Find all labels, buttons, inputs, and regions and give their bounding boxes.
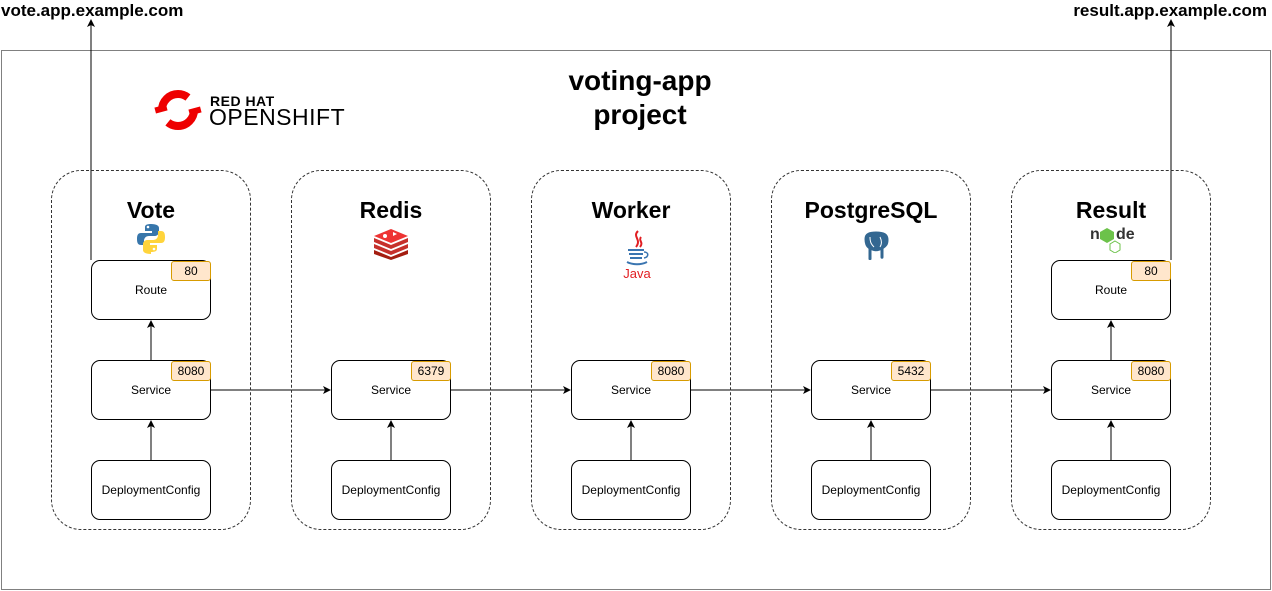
java-icon: Java bbox=[623, 230, 651, 281]
postgresql-icon bbox=[863, 230, 890, 261]
group-title: Result bbox=[1075, 197, 1147, 223]
group-title: Worker bbox=[591, 197, 671, 223]
deploymentconfig-box[interactable]: DeploymentConfig bbox=[811, 460, 931, 520]
group-title: PostgreSQL bbox=[804, 197, 938, 223]
group-title: Redis bbox=[359, 197, 423, 223]
svg-text:n: n bbox=[1090, 226, 1100, 243]
port-badge: 80 bbox=[1131, 261, 1171, 281]
deploymentconfig-box[interactable]: DeploymentConfig bbox=[91, 460, 211, 520]
group-title: Vote bbox=[126, 197, 176, 223]
port-badge: 8080 bbox=[1131, 361, 1171, 381]
svg-text:de: de bbox=[1116, 226, 1135, 243]
redis-icon bbox=[374, 229, 408, 260]
deploymentconfig-box[interactable]: DeploymentConfig bbox=[1051, 460, 1171, 520]
deploymentconfig-box[interactable]: DeploymentConfig bbox=[571, 460, 691, 520]
port-badge: 80 bbox=[171, 261, 211, 281]
deploymentconfig-box[interactable]: DeploymentConfig bbox=[331, 460, 451, 520]
port-badge: 6379 bbox=[411, 361, 451, 381]
svg-text:Java: Java bbox=[623, 266, 651, 281]
python-icon bbox=[137, 224, 165, 254]
port-badge: 8080 bbox=[651, 361, 691, 381]
port-badge: 5432 bbox=[891, 361, 931, 381]
nodejs-icon: n de bbox=[1090, 226, 1135, 253]
port-badge: 8080 bbox=[171, 361, 211, 381]
